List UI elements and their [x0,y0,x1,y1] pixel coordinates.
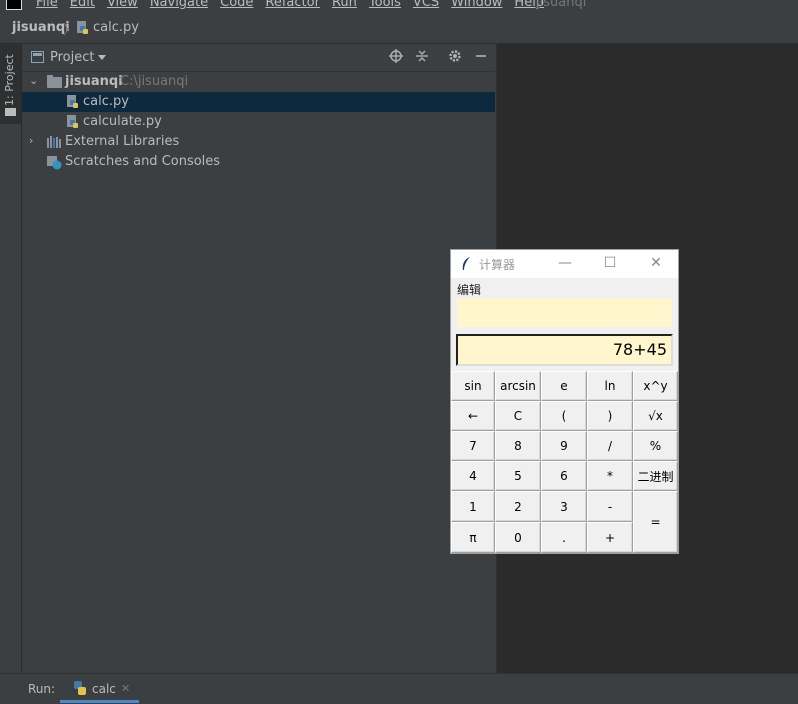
menu-file[interactable]: File [36,0,58,10]
key-minus[interactable]: - [587,491,633,522]
project-panel-title[interactable]: Project [50,50,94,65]
chevron-down-icon[interactable]: ⌄ [29,74,38,87]
scratches-icon [46,155,62,174]
python-file-icon [66,115,80,129]
keypad: sin arcsin e ln x^y ← C ( ) √x 7 8 9 / %… [451,371,678,554]
file-name: calc.py [83,94,129,109]
project-tool-tab-label: 1: Project [3,54,16,106]
key-5[interactable]: 5 [495,461,541,491]
python-file-icon [76,21,90,39]
window-title: jisuanqi [536,0,587,10]
root-folder-path: C:\jisuanqi [120,74,189,89]
key-4[interactable]: 4 [451,461,495,491]
project-tool-tab[interactable]: 1: Project [0,44,21,124]
key-binary[interactable]: 二进制 [633,461,678,491]
key-backspace[interactable]: ← [451,401,495,431]
key-equals[interactable]: = [633,491,678,553]
tree-root-folder[interactable]: ⌄ jisuanqi C:\jisuanqi [22,72,495,92]
key-7[interactable]: 7 [451,431,495,461]
menu-window[interactable]: Window [451,0,502,10]
result-display: 78+45 [456,334,673,366]
folder-icon [47,75,62,88]
scratches-label: Scratches and Consoles [65,154,221,169]
breadcrumb-file[interactable]: calc.py [93,20,139,35]
menu-refactor[interactable]: Refactor [265,0,320,10]
key-9[interactable]: 9 [541,431,587,461]
expression-display [457,298,672,327]
key-8[interactable]: 8 [495,431,541,461]
calculator-title: 计算器 [479,258,516,272]
menu-run[interactable]: Run [332,0,357,10]
run-label: Run: [28,682,56,696]
folder-icon [5,108,16,116]
key-plus[interactable]: + [587,522,633,553]
key-power[interactable]: x^y [633,371,678,401]
key-decimal[interactable]: . [541,522,587,553]
chevron-right-icon[interactable]: › [29,134,33,147]
tree-scratches[interactable]: Scratches and Consoles [22,152,495,172]
tree-external-libraries[interactable]: › External Libraries [22,132,495,152]
locate-target-icon[interactable] [388,49,404,65]
chevron-down-icon[interactable] [98,55,106,60]
minimize-icon[interactable]: — [555,254,575,272]
left-tool-strip: 1: Project [0,44,22,673]
close-icon[interactable]: ✕ [121,682,130,695]
menu-edit[interactable]: Edit [70,0,95,10]
key-arcsin[interactable]: arcsin [495,371,541,401]
file-name: calculate.py [83,114,162,129]
menu-view[interactable]: View [107,0,138,10]
pycharm-logo-icon [6,0,22,10]
menu-vcs[interactable]: VCS [413,0,439,10]
key-3[interactable]: 3 [541,491,587,522]
tree-file-calc[interactable]: calc.py [22,92,495,112]
calculator-titlebar[interactable]: 计算器 — ☐ ✕ [451,250,678,278]
menu-tools[interactable]: Tools [369,0,401,10]
project-panel-header: Project [22,44,495,72]
key-percent[interactable]: % [633,431,678,461]
key-sqrt[interactable]: √x [633,401,678,431]
calculator-window: 计算器 — ☐ ✕ 编辑 78+45 sin arcsin e ln x^y ←… [450,249,679,554]
project-panel: Project ⌄ jisuanqi C:\jisuanqi calc.py c… [22,44,495,673]
python-icon [72,680,88,700]
feather-icon [460,256,472,276]
collapse-all-icon[interactable] [414,49,430,65]
key-1[interactable]: 1 [451,491,495,522]
key-0[interactable]: 0 [495,522,541,553]
gear-icon[interactable] [447,49,463,65]
key-open-paren[interactable]: ( [541,401,587,431]
python-file-icon [66,95,80,109]
key-pi[interactable]: π [451,522,495,553]
root-folder-name: jisuanqi [65,74,123,89]
key-ln[interactable]: ln [587,371,633,401]
run-tab-calc[interactable]: calc ✕ [60,674,139,703]
breadcrumb: jisuanqi 〉 calc.py [0,14,798,44]
run-tab-label: calc [92,682,116,696]
key-sin[interactable]: sin [451,371,495,401]
external-libraries-label: External Libraries [65,134,180,149]
breadcrumb-project[interactable]: jisuanqi [12,20,70,35]
library-icon [46,135,62,153]
hide-panel-icon[interactable] [473,49,489,65]
key-multiply[interactable]: * [587,461,633,491]
project-view-icon [31,51,44,63]
breadcrumb-separator-icon: 〉 [63,23,77,38]
menu-bar: File Edit View Navigate Code Refactor Ru… [0,0,798,14]
key-close-paren[interactable]: ) [587,401,633,431]
key-2[interactable]: 2 [495,491,541,522]
run-tool-bar: Run: calc ✕ [0,673,798,704]
key-6[interactable]: 6 [541,461,587,491]
close-icon[interactable]: ✕ [646,254,666,272]
menu-edit[interactable]: 编辑 [457,281,481,298]
maximize-icon[interactable]: ☐ [600,254,620,272]
key-clear[interactable]: C [495,401,541,431]
key-divide[interactable]: / [587,431,633,461]
tree-file-calculate[interactable]: calculate.py [22,112,495,132]
menu-code[interactable]: Code [220,0,253,10]
key-e[interactable]: e [541,371,587,401]
menu-navigate[interactable]: Navigate [150,0,208,10]
